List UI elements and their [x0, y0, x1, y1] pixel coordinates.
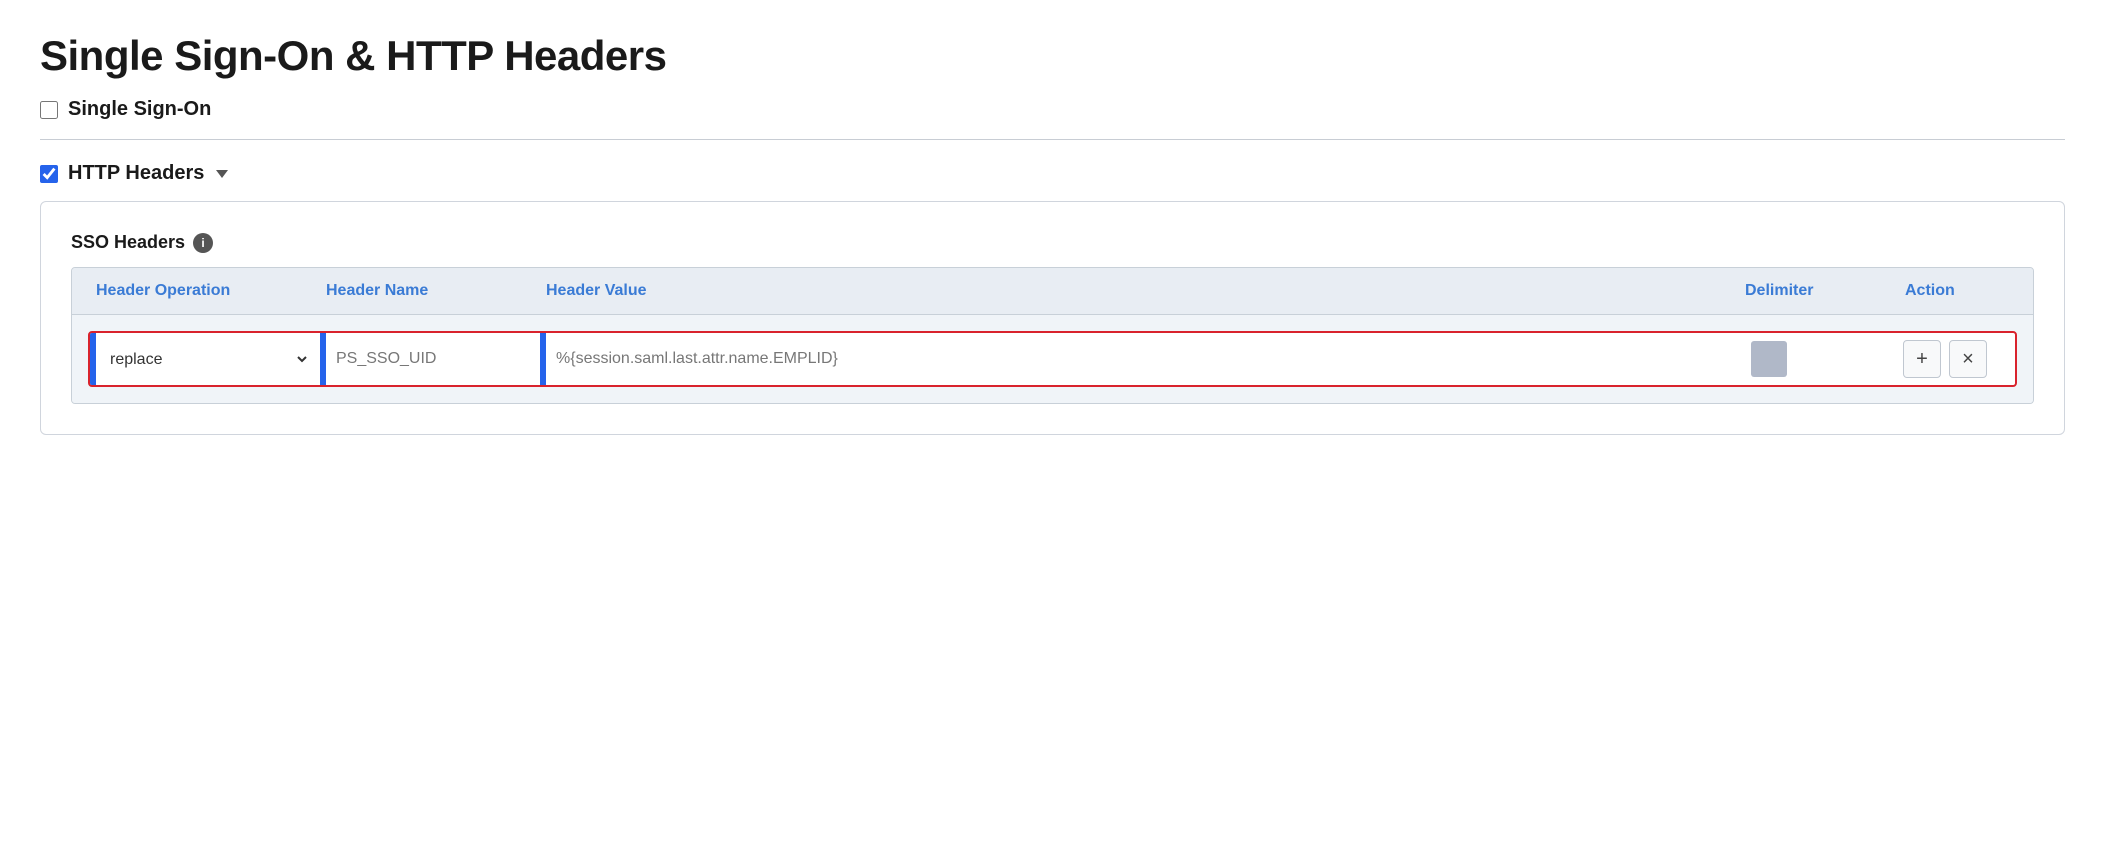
sso-section: Single Sign-On [40, 98, 2065, 121]
col-header-name: Header Name [318, 278, 538, 304]
action-cell: + × [1895, 333, 2015, 385]
header-name-input[interactable] [336, 350, 530, 368]
sso-label: Single Sign-On [68, 98, 211, 121]
header-value-cell [540, 333, 1735, 385]
remove-row-button[interactable]: × [1949, 340, 1987, 378]
header-name-cell [320, 333, 540, 385]
delimiter-button[interactable] [1751, 341, 1787, 377]
http-headers-label: HTTP Headers [68, 162, 204, 185]
sso-headers-title-text: SSO Headers [71, 232, 185, 253]
table-header: Header Operation Header Name Header Valu… [72, 268, 2033, 315]
sso-headers-title: SSO Headers i [71, 232, 2034, 253]
section-divider [40, 139, 2065, 140]
col-header-operation: Header Operation [88, 278, 318, 304]
sso-headers-table: Header Operation Header Name Header Valu… [71, 267, 2034, 404]
header-value-cell-inner [546, 333, 1735, 385]
col-header-delimiter: Delimiter [1737, 278, 1897, 304]
info-icon[interactable]: i [193, 233, 213, 253]
http-headers-section: HTTP Headers SSO Headers i Header Operat… [40, 162, 2065, 435]
operation-cell: replace insert delete [90, 333, 320, 385]
table-body: replace insert delete [72, 315, 2033, 403]
header-value-input[interactable] [556, 350, 1725, 368]
delimiter-cell [1735, 333, 1895, 385]
header-name-cell-inner [326, 333, 540, 385]
operation-select[interactable]: replace insert delete [106, 350, 310, 369]
sso-checkbox[interactable] [40, 101, 58, 119]
table-row: replace insert delete [88, 331, 2017, 387]
chevron-down-icon[interactable] [216, 170, 228, 178]
col-header-value: Header Value [538, 278, 1737, 304]
page-title: Single Sign-On & HTTP Headers [40, 32, 2065, 80]
http-headers-checkbox[interactable] [40, 165, 58, 183]
http-headers-panel: SSO Headers i Header Operation Header Na… [40, 201, 2065, 435]
http-headers-header: HTTP Headers [40, 162, 2065, 185]
add-row-button[interactable]: + [1903, 340, 1941, 378]
col-header-action: Action [1897, 278, 2017, 304]
operation-cell-inner: replace insert delete [96, 333, 320, 385]
